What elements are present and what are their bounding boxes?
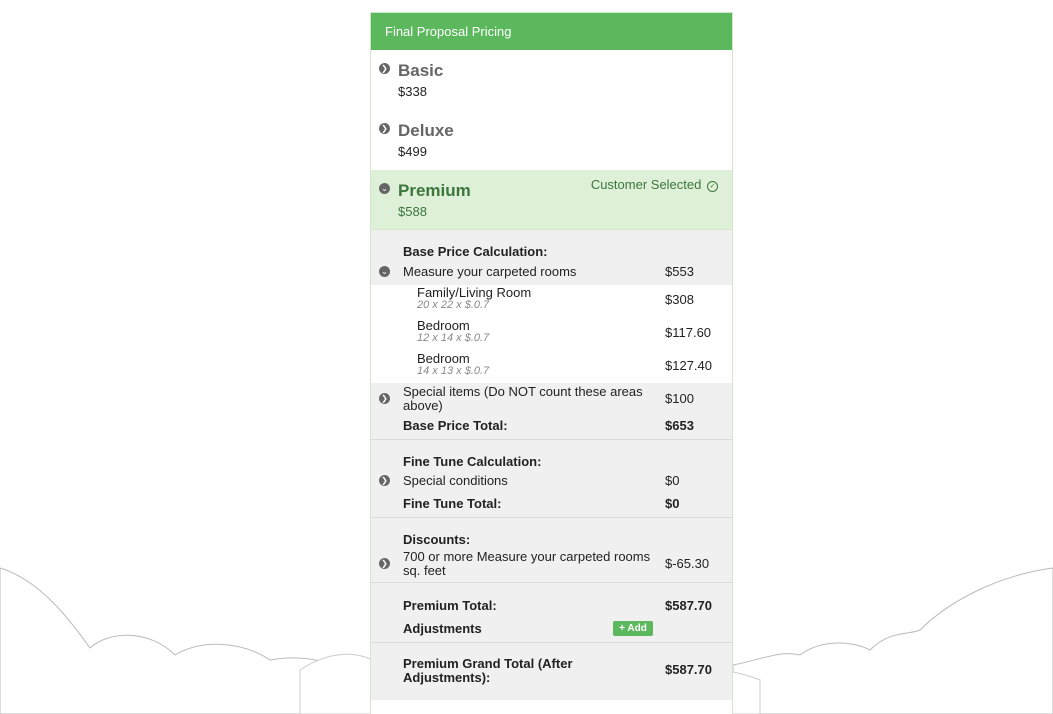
chevron-right-icon[interactable]: ❯: [379, 63, 390, 74]
package-premium[interactable]: ⌄ Premium $588 Customer Selected ✓: [371, 170, 732, 230]
check-circle-icon: ✓: [707, 181, 718, 192]
divider: [371, 517, 732, 518]
divider: [371, 582, 732, 583]
chevron-down-icon[interactable]: ⌄: [379, 266, 390, 277]
package-price: $338: [398, 84, 427, 99]
package-price: $499: [398, 144, 427, 159]
chevron-right-icon[interactable]: ❯: [379, 475, 390, 486]
customer-selected-badge: Customer Selected ✓: [591, 177, 718, 192]
pricing-panel: Final Proposal Pricing ❯ Basic $338 ❯ De…: [370, 12, 733, 714]
premium-details: Base Price Calculation: ⌄ Measure your c…: [371, 230, 732, 700]
chevron-right-icon[interactable]: ❯: [379, 558, 390, 569]
package-name: Basic: [398, 61, 444, 80]
chevron-down-icon[interactable]: ⌄: [379, 183, 390, 194]
package-deluxe[interactable]: ❯ Deluxe $499: [371, 110, 732, 170]
divider: [371, 439, 732, 440]
chevron-right-icon[interactable]: ❯: [379, 123, 390, 134]
package-basic[interactable]: ❯ Basic $338: [371, 50, 732, 110]
package-price: $588: [398, 204, 427, 219]
package-name: Premium: [398, 181, 471, 200]
panel-title: Final Proposal Pricing: [371, 13, 732, 50]
divider: [371, 642, 732, 643]
customer-selected-label: Customer Selected: [590, 177, 702, 192]
add-adjustment-button[interactable]: + Add: [613, 621, 653, 636]
package-name: Deluxe: [398, 121, 454, 140]
chevron-right-icon[interactable]: ❯: [379, 393, 390, 404]
